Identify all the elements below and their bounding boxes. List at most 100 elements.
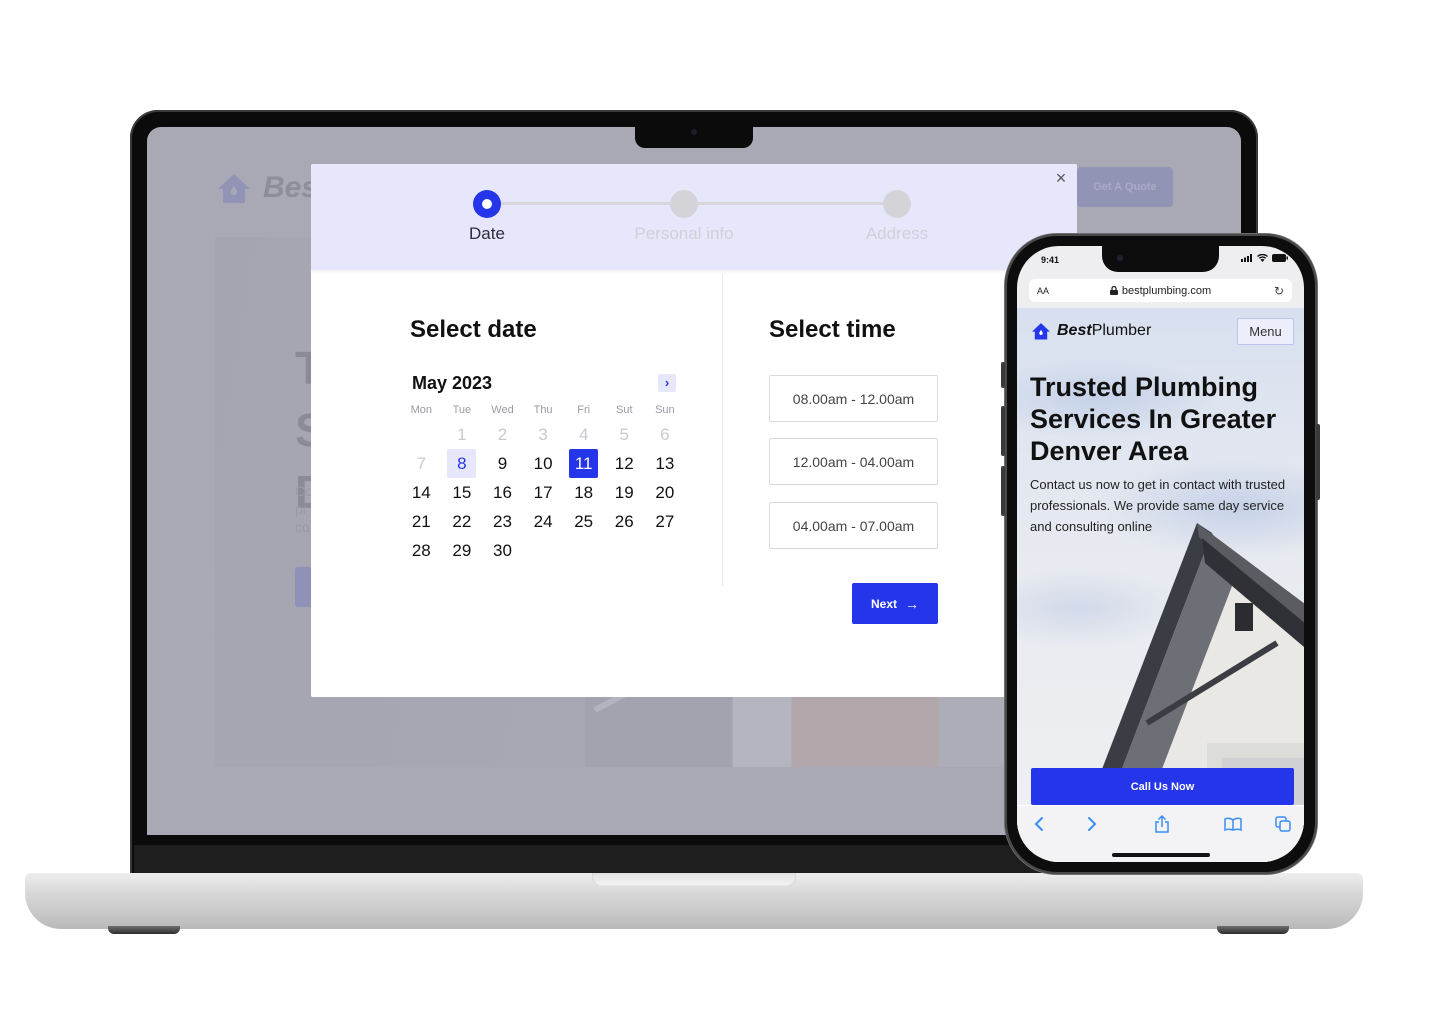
section-divider xyxy=(722,274,723,586)
step-connector xyxy=(684,202,896,205)
home-indicator[interactable] xyxy=(1112,853,1210,857)
calendar-day[interactable]: 20 xyxy=(645,478,686,507)
hero-title: Trusted Plumbing Services In Greater Den… xyxy=(1030,372,1277,466)
calendar-day[interactable]: 19 xyxy=(604,478,645,507)
calendar-month: May 2023 xyxy=(412,373,493,393)
site-logo[interactable]: BestPlumber xyxy=(1031,322,1151,340)
url-text: bestplumbing.com xyxy=(1029,285,1292,297)
safari-toolbar xyxy=(1017,806,1304,862)
time-slot-option[interactable]: 04.00am - 07.00am xyxy=(769,502,938,549)
calendar-day[interactable]: 28 xyxy=(401,536,442,565)
calendar-day-number: 19 xyxy=(614,483,634,502)
step-indicator-date[interactable] xyxy=(473,190,501,218)
calendar-day: 1 xyxy=(442,420,483,449)
calendar-day[interactable]: 16 xyxy=(482,478,523,507)
calendar-day-number: 14 xyxy=(411,483,431,502)
calendar-day[interactable]: 21 xyxy=(401,507,442,536)
logo-text-regular: Plumber xyxy=(1091,322,1152,339)
calendar-day-number: 25 xyxy=(574,512,594,531)
calendar-day-number: 24 xyxy=(533,512,553,531)
next-button[interactable]: Next → xyxy=(852,583,938,624)
calendar-day-number: 15 xyxy=(452,483,472,502)
house-roof-image xyxy=(1087,523,1304,808)
menu-button[interactable]: Menu xyxy=(1237,318,1294,345)
calendar-day[interactable]: 18 xyxy=(563,478,604,507)
calendar-day: 6 xyxy=(645,420,686,449)
booking-modal: × Date Personal info Address Select date… xyxy=(311,164,1077,697)
calendar-day[interactable]: 26 xyxy=(604,507,645,536)
calendar-day-number: 20 xyxy=(655,483,675,502)
step-label-address: Address xyxy=(865,224,929,243)
lock-icon xyxy=(1109,285,1118,295)
calendar-day[interactable]: 23 xyxy=(482,507,523,536)
calendar-day-number: 8 xyxy=(447,449,477,478)
background-logo: Bes xyxy=(217,171,318,205)
calendar-day[interactable]: 27 xyxy=(645,507,686,536)
calendar-day-number: 10 xyxy=(533,454,553,473)
calendar-day-selected[interactable]: 11 xyxy=(563,449,604,478)
calendar-day[interactable]: 12 xyxy=(604,449,645,478)
calendar-day[interactable]: 24 xyxy=(523,507,564,536)
calendar-day-number: 4 xyxy=(578,425,589,444)
calendar-day: 7 xyxy=(401,449,442,478)
step-indicator-personal-info[interactable] xyxy=(670,190,698,218)
calendar-empty-cell xyxy=(401,420,442,449)
calendar-day-number: 2 xyxy=(497,425,508,444)
tabs-icon[interactable] xyxy=(1271,814,1295,834)
forward-chevron-icon[interactable] xyxy=(1080,814,1104,834)
weekday-header: Sut xyxy=(616,404,633,416)
step-label-date: Date xyxy=(469,224,505,243)
safari-url-bar[interactable]: AA bestplumbing.com ↻ xyxy=(1029,279,1292,302)
get-quote-button[interactable]: Get A Quote xyxy=(1077,167,1173,207)
webcam-icon xyxy=(691,129,697,135)
time-slot-option[interactable]: 08.00am - 12.00am xyxy=(769,375,938,422)
battery-icon xyxy=(1272,254,1288,262)
calendar-day[interactable]: 10 xyxy=(523,449,564,478)
weekday-header: Wed xyxy=(491,404,514,416)
bookmarks-icon[interactable] xyxy=(1221,814,1245,834)
calendar-day-number: 28 xyxy=(411,541,431,560)
calendar-day-number: 16 xyxy=(493,483,512,502)
calendar-day-today[interactable]: 8 xyxy=(442,449,483,478)
background-logo-text: Bes xyxy=(263,171,319,204)
call-us-now-button[interactable]: Call Us Now xyxy=(1031,768,1294,805)
next-month-chevron-icon[interactable]: › xyxy=(658,374,676,392)
calendar-day[interactable]: 30 xyxy=(482,536,523,565)
mobile-website: BestPlumber Menu Trusted Plumbing Servic… xyxy=(1017,308,1304,862)
calendar-day[interactable]: 13 xyxy=(645,449,686,478)
calendar-day-number: 18 xyxy=(574,483,594,502)
calendar-day[interactable]: 25 xyxy=(563,507,604,536)
calendar-day-number: 1 xyxy=(457,425,467,444)
calendar-day[interactable]: 15 xyxy=(442,478,483,507)
reload-icon[interactable]: ↻ xyxy=(1274,284,1284,298)
calendar-day[interactable]: 14 xyxy=(401,478,442,507)
weekday-header: Sun xyxy=(655,404,675,416)
calendar-day-number: 13 xyxy=(655,454,675,473)
calendar-day-number: 5 xyxy=(619,425,629,444)
time-slot-option[interactable]: 12.00am - 04.00am xyxy=(769,438,938,485)
calendar-day-number: 26 xyxy=(614,512,634,531)
hero-description: Contact us now to get in contact with tr… xyxy=(1030,477,1286,534)
phone-notch xyxy=(1102,246,1219,272)
house-logo-icon xyxy=(1032,323,1050,340)
share-icon[interactable] xyxy=(1150,814,1174,834)
calendar-day-number: 7 xyxy=(416,454,427,473)
calendar-day[interactable]: 17 xyxy=(523,478,564,507)
laptop-foot xyxy=(1217,926,1289,934)
calendar-day[interactable]: 22 xyxy=(442,507,483,536)
status-time: 9:41 xyxy=(1041,255,1060,265)
back-chevron-icon[interactable] xyxy=(1027,814,1051,834)
phone-side-button xyxy=(1001,406,1005,456)
calendar-day-number: 30 xyxy=(493,541,512,560)
status-icons xyxy=(1241,254,1288,262)
calendar-day: 4 xyxy=(563,420,604,449)
calendar-day-number: 22 xyxy=(452,512,472,531)
next-button-label: Next xyxy=(870,596,897,611)
step-indicator-address[interactable] xyxy=(883,190,911,218)
calendar-day-number: 11 xyxy=(569,449,599,478)
calendar-day-number: 23 xyxy=(493,512,512,531)
close-icon[interactable]: × xyxy=(1053,169,1069,187)
calendar-day[interactable]: 29 xyxy=(442,536,483,565)
calendar-day[interactable]: 9 xyxy=(482,449,523,478)
calendar-grid: Mon Tue Wed Thu Fri Sut Sun 1 2 3 4 5 6 7 8 9 10 11 12 13 14… xyxy=(401,400,685,565)
